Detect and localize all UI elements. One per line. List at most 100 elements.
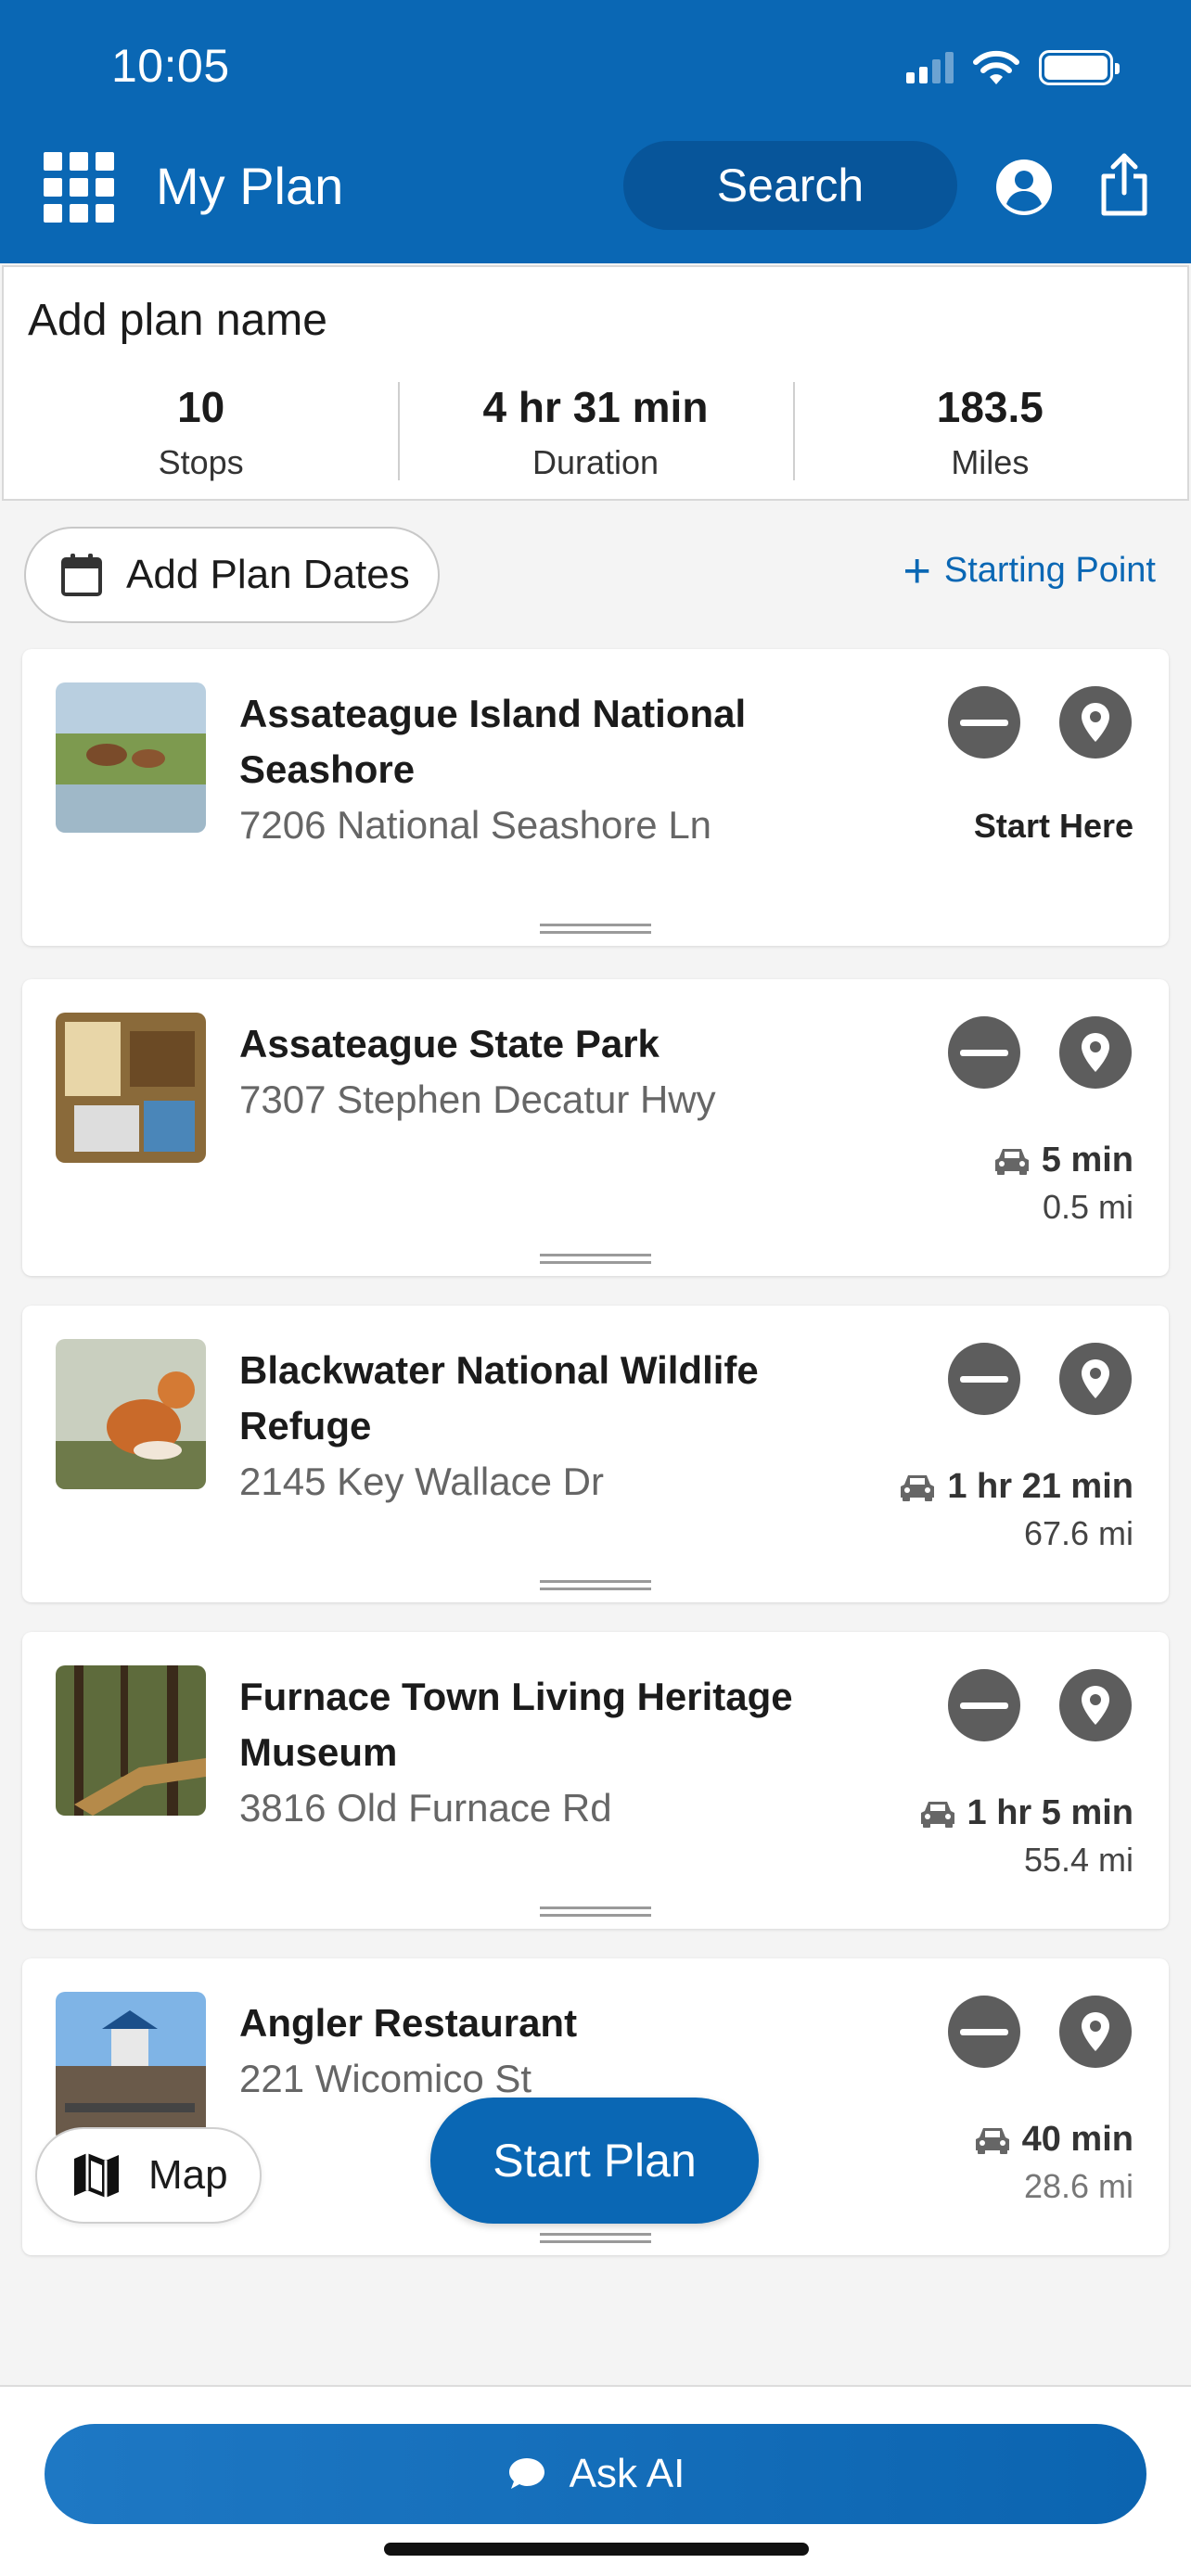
- add-plan-dates-button[interactable]: Add Plan Dates: [24, 527, 440, 623]
- minus-icon: [960, 1049, 1008, 1056]
- plan-stats: 10 Stops 4 hr 31 min Duration 183.5 Mile…: [4, 378, 1187, 481]
- locate-stop-button[interactable]: [1059, 1016, 1132, 1089]
- stop-name: Angler Restaurant: [239, 2001, 578, 2045]
- remove-stop-button[interactable]: [948, 1669, 1020, 1741]
- stop-card[interactable]: Assateague State Park 7307 Stephen Decat…: [22, 979, 1169, 1276]
- drive-distance: 28.6 mi: [1023, 2167, 1133, 2205]
- drive-time: 1 hr 21 min: [899, 1467, 1133, 1507]
- stop-name: Furnace Town Living Heritage Museum: [239, 1675, 793, 1774]
- plan-name-field[interactable]: Add plan name: [28, 295, 327, 346]
- stop-title[interactable]: Assateague Island National Seashore 7206…: [239, 686, 833, 853]
- ask-ai-button[interactable]: Ask AI: [45, 2424, 1146, 2524]
- car-icon: [901, 1474, 935, 1501]
- start-plan-button[interactable]: Start Plan: [430, 2098, 759, 2224]
- drag-handle[interactable]: [540, 1906, 651, 1918]
- drive-distance: 0.5 mi: [1042, 1188, 1133, 1226]
- drive-distance: 55.4 mi: [1023, 1841, 1133, 1879]
- locate-stop-button[interactable]: [1059, 1669, 1132, 1741]
- car-icon: [975, 2127, 1009, 2154]
- stop-photo: [56, 682, 206, 833]
- stop-name: Blackwater National Wildlife Refuge: [239, 1348, 759, 1447]
- app-header: 10:05 My Plan Search: [0, 0, 1191, 263]
- minus-icon: [960, 1702, 1008, 1709]
- stop-card[interactable]: Furnace Town Living Heritage Museum 3816…: [22, 1632, 1169, 1929]
- stat-value: 4 hr 31 min: [482, 383, 709, 431]
- stop-card[interactable]: Assateague Island National Seashore 7206…: [22, 649, 1169, 946]
- share-icon[interactable]: [1095, 152, 1154, 219]
- drive-info: 5 min 0.5 mi: [993, 1141, 1133, 1227]
- map-pin-icon: [1082, 703, 1109, 742]
- profile-icon[interactable]: [994, 158, 1054, 217]
- search-button[interactable]: Search: [623, 141, 957, 230]
- drive-info: 40 min 28.6 mi: [974, 2120, 1133, 2206]
- battery-icon: [1039, 50, 1120, 85]
- drive-info: 1 hr 21 min 67.6 mi: [899, 1467, 1133, 1553]
- apps-grid-icon[interactable]: [44, 152, 114, 223]
- status-icons: [906, 46, 1120, 89]
- minus-icon: [960, 1375, 1008, 1383]
- stat-label: Miles: [951, 443, 1030, 481]
- drive-distance: 67.6 mi: [1023, 1514, 1133, 1552]
- stat-duration: 4 hr 31 min Duration: [398, 378, 792, 481]
- stop-address: 3816 Old Furnace Rd: [239, 1786, 612, 1830]
- drag-handle[interactable]: [540, 2233, 651, 2244]
- stop-photo: [56, 1339, 206, 1489]
- locate-stop-button[interactable]: [1059, 1996, 1132, 2068]
- locate-stop-button[interactable]: [1059, 686, 1132, 759]
- drive-time-value: 5 min: [1041, 1141, 1133, 1180]
- stat-miles: 183.5 Miles: [792, 378, 1187, 481]
- locate-stop-button[interactable]: [1059, 1343, 1132, 1415]
- stop-name: Assateague Island National Seashore: [239, 692, 747, 791]
- add-plan-dates-label: Add Plan Dates: [126, 552, 410, 597]
- status-time: 10:05: [111, 40, 230, 92]
- remove-stop-button[interactable]: [948, 1016, 1020, 1089]
- drive-time-value: 40 min: [1021, 2120, 1133, 2159]
- car-icon: [920, 1801, 954, 1828]
- map-pin-icon: [1082, 1686, 1109, 1725]
- stop-title[interactable]: Furnace Town Living Heritage Museum 3816…: [239, 1669, 833, 1836]
- wifi-icon: [973, 50, 1019, 84]
- stop-photo: [56, 1013, 206, 1163]
- starting-point-link[interactable]: + Starting Point: [903, 547, 1156, 595]
- stop-name: Assateague State Park: [239, 1022, 660, 1065]
- remove-stop-button[interactable]: [948, 1996, 1020, 2068]
- drag-handle[interactable]: [540, 1580, 651, 1591]
- stat-value: 10: [177, 383, 225, 431]
- drive-info: 1 hr 5 min 55.4 mi: [919, 1793, 1133, 1880]
- minus-icon: [960, 2028, 1008, 2035]
- stat-value: 183.5: [936, 383, 1044, 431]
- home-indicator: [384, 2543, 809, 2556]
- map-pin-icon: [1082, 2012, 1109, 2051]
- stop-title[interactable]: Angler Restaurant 221 Wicomico St: [239, 1996, 833, 2107]
- map-icon: [74, 2153, 119, 2198]
- starting-point-label: Starting Point: [943, 551, 1156, 590]
- stat-label: Duration: [531, 443, 660, 481]
- drive-time-value: 1 hr 21 min: [947, 1467, 1133, 1506]
- stat-stops: 10 Stops: [4, 378, 398, 481]
- stop-address: 2145 Key Wallace Dr: [239, 1460, 604, 1503]
- map-button[interactable]: Map: [35, 2127, 262, 2224]
- stop-photo: [56, 1992, 206, 2142]
- ask-ai-label: Ask AI: [569, 2451, 685, 2496]
- map-pin-icon: [1082, 1359, 1109, 1398]
- car-icon: [994, 1148, 1029, 1175]
- remove-stop-button[interactable]: [948, 1343, 1020, 1415]
- calendar-icon: [61, 554, 102, 596]
- chat-bubble-icon: [508, 2458, 544, 2489]
- map-pin-icon: [1082, 1033, 1109, 1072]
- drive-time: 40 min: [974, 2120, 1133, 2160]
- stop-title[interactable]: Blackwater National Wildlife Refuge 2145…: [239, 1343, 833, 1510]
- stat-label: Stops: [158, 443, 244, 481]
- remove-stop-button[interactable]: [948, 686, 1020, 759]
- stop-address: 7307 Stephen Decatur Hwy: [239, 1078, 716, 1121]
- stop-address: 7206 National Seashore Ln: [239, 803, 712, 847]
- drag-handle[interactable]: [540, 924, 651, 935]
- drag-handle[interactable]: [540, 1254, 651, 1265]
- stop-title[interactable]: Assateague State Park 7307 Stephen Decat…: [239, 1016, 833, 1128]
- bottom-bar: Ask AI: [0, 2385, 1191, 2576]
- drive-time: 1 hr 5 min: [919, 1793, 1133, 1833]
- map-label: Map: [148, 2152, 228, 2198]
- start-here-badge: Start Here: [973, 807, 1133, 845]
- cellular-signal-icon: [906, 52, 954, 83]
- stop-card[interactable]: Blackwater National Wildlife Refuge 2145…: [22, 1306, 1169, 1602]
